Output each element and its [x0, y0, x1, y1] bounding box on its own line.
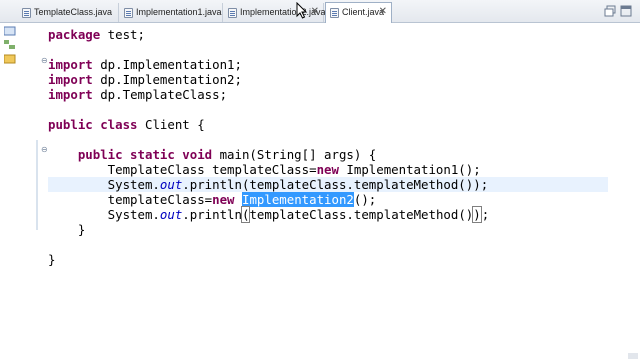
code-line[interactable]: templateClass=new Implementation2(); — [48, 192, 376, 207]
restore-icon[interactable] — [604, 5, 616, 17]
mouse-cursor-icon — [296, 2, 308, 19]
tab-label: Implementation1.java — [136, 7, 222, 17]
code-line[interactable]: package test; — [48, 27, 145, 42]
keyword-token: package — [48, 27, 101, 42]
tab-implementation2[interactable]: Implementation2.java ✕ — [224, 3, 326, 22]
code-line[interactable]: System.out.println(templateClass.templat… — [48, 177, 488, 192]
tab-client[interactable]: Client.java ✕ — [325, 2, 392, 23]
code-text: templateClass= — [48, 192, 213, 207]
code-text: templateClass.templateMethod() — [249, 207, 474, 222]
java-file-icon — [124, 8, 133, 18]
code-text: dp.Implementation1; — [92, 57, 242, 72]
change-ruler — [36, 140, 38, 230]
keyword-token: import — [48, 72, 93, 87]
hierarchy-icon[interactable] — [4, 40, 16, 50]
keyword-token: public static void — [77, 147, 213, 162]
code-text: dp.TemplateClass; — [92, 87, 228, 102]
vertical-ruler — [22, 23, 36, 360]
code-text: dp.Implementation2; — [92, 72, 242, 87]
code-text: System. — [48, 177, 160, 192]
java-file-icon — [330, 8, 339, 18]
code-text: } — [48, 252, 56, 267]
code-line[interactable]: TemplateClass templateClass=new Implemen… — [48, 162, 481, 177]
code-line[interactable]: public static void main(String[] args) { — [48, 147, 376, 162]
tab-label: TemplateClass.java — [34, 7, 113, 17]
code-line[interactable]: import dp.TemplateClass; — [48, 87, 227, 102]
code-editor[interactable]: package test; import dp.Implementation1; i… — [48, 23, 608, 360]
code-text: test; — [100, 27, 145, 42]
code-text: TemplateClass templateClass= — [48, 162, 317, 177]
static-field-token: out — [159, 177, 183, 192]
code-text: } — [48, 222, 86, 237]
code-text: Implementation1(); — [338, 162, 481, 177]
code-line[interactable]: System.out.println(templateClass.templat… — [48, 206, 490, 223]
code-text: .println — [182, 207, 242, 222]
code-text: System. — [48, 207, 160, 222]
close-icon[interactable]: ✕ — [379, 3, 387, 21]
code-text: main(String[] args) { — [212, 147, 377, 162]
code-text: (); — [353, 192, 377, 207]
outline-icon[interactable] — [4, 54, 16, 64]
java-file-icon — [22, 8, 31, 18]
matching-bracket: ) — [472, 206, 482, 223]
keyword-token: new — [316, 162, 339, 177]
code-line[interactable]: } — [48, 252, 55, 267]
editor-tab-bar: TemplateClass.java Implementation1.java … — [0, 0, 640, 23]
code-line[interactable]: import dp.Implementation2; — [48, 72, 242, 87]
static-field-token: out — [159, 207, 183, 222]
code-line[interactable]: import dp.Implementation1; — [48, 57, 242, 72]
tab-templateclass[interactable]: TemplateClass.java — [18, 3, 119, 22]
keyword-token: import — [48, 57, 93, 72]
keyword-token: import — [48, 87, 93, 102]
tab-implementation1[interactable]: Implementation1.java — [120, 3, 223, 22]
code-text: ; — [481, 207, 490, 222]
selected-text: Implementation2 — [241, 192, 354, 207]
package-explorer-icon[interactable] — [4, 26, 16, 36]
overview-marker — [628, 353, 638, 359]
keyword-token: new — [212, 192, 235, 207]
maximize-icon[interactable] — [620, 5, 632, 17]
java-file-icon — [228, 8, 237, 18]
code-line[interactable]: } — [48, 222, 85, 237]
right-view-toolbar — [616, 23, 640, 360]
code-line[interactable]: public class Client { — [48, 117, 205, 132]
close-icon[interactable]: ✕ — [311, 3, 319, 21]
code-text: Client { — [137, 117, 205, 132]
fold-collapse-icon[interactable]: ⊖ — [41, 57, 48, 65]
code-text: .println(templateClass.templateMethod())… — [182, 177, 489, 192]
keyword-token: public class — [48, 117, 138, 132]
left-view-toolbar — [0, 23, 22, 360]
fold-collapse-icon[interactable]: ⊖ — [41, 146, 48, 154]
